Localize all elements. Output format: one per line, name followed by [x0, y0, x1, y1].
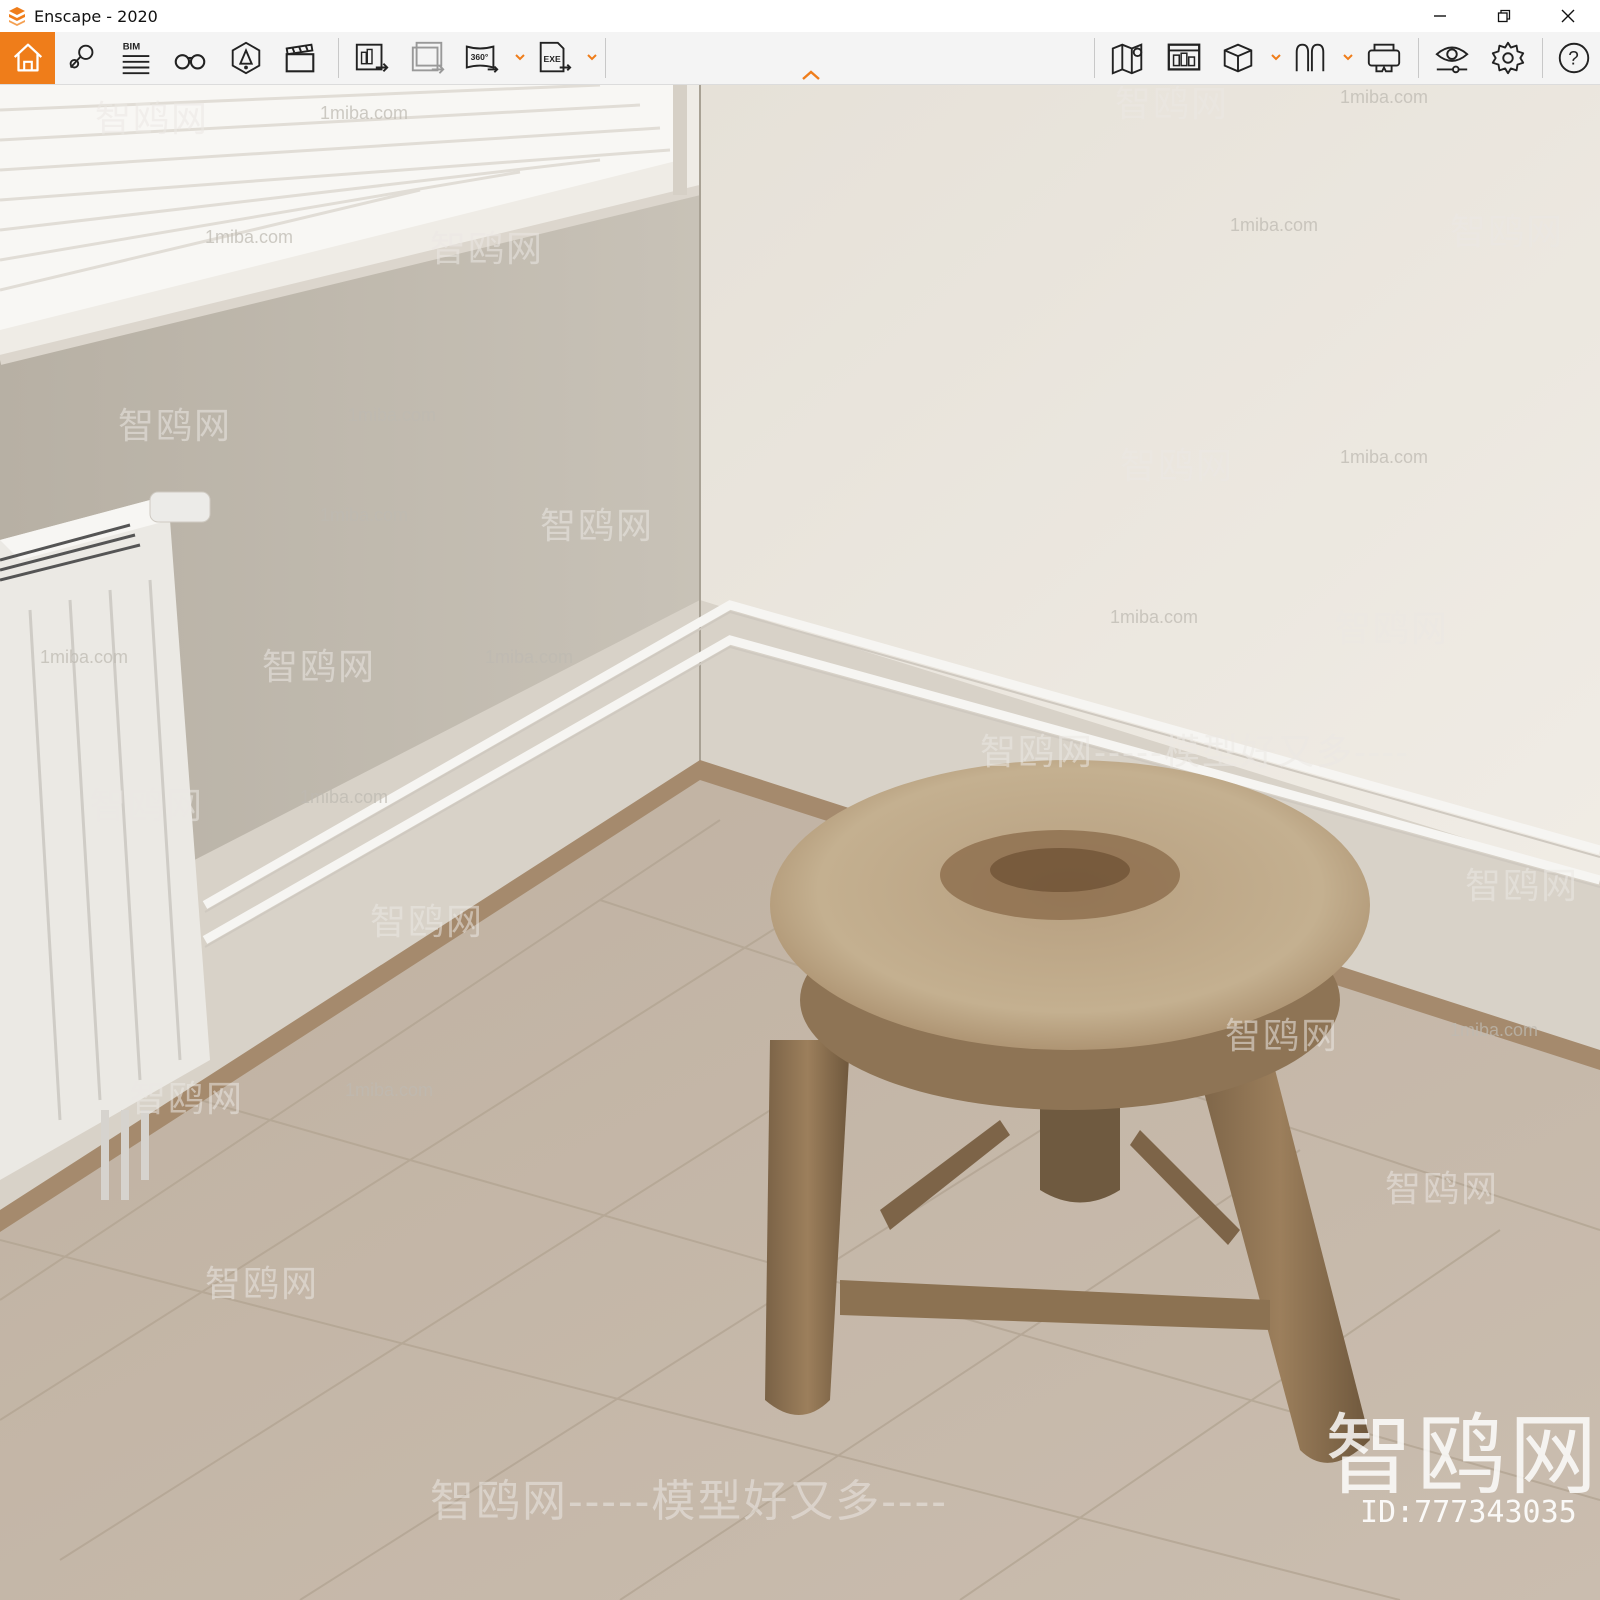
screenshot-export-icon [355, 43, 389, 72]
toolbar-separator [1542, 38, 1543, 78]
asset-library-button[interactable] [58, 34, 106, 82]
watermark-brand: 智鸥网 [95, 98, 210, 139]
atmosphere-button[interactable] [222, 34, 270, 82]
scene-render [0, 85, 1600, 1600]
visual-settings-icon [1435, 46, 1469, 74]
watermark-brand: 智鸥网 [1385, 1168, 1500, 1209]
map-icon [1111, 43, 1143, 75]
cube-icon [1223, 43, 1253, 73]
chevron-down-icon[interactable] [513, 50, 527, 64]
atmosphere-icon [231, 41, 261, 75]
help-icon: ? [1558, 42, 1590, 74]
watermark-domain: 1miba.com [320, 103, 409, 123]
clapperboard-icon [285, 43, 315, 73]
watermark-brand: 智鸥网 [262, 646, 377, 687]
home-button[interactable] [0, 32, 55, 84]
toolbar-separator [1094, 38, 1095, 78]
settings-icon [1491, 41, 1525, 75]
minimize-button[interactable] [1408, 0, 1472, 32]
watermark-brand: 智鸥网 [370, 901, 485, 942]
exe-export-icon: EXE [539, 41, 572, 73]
batch-export-icon [411, 41, 445, 74]
watermark-domain: 1miba.com [345, 1080, 434, 1100]
watermark-domain: 1miba.com [205, 227, 294, 247]
svg-text:360°: 360° [471, 52, 489, 62]
watermark-brand: 智鸥网 [130, 1078, 245, 1119]
restore-button[interactable] [1472, 0, 1536, 32]
watermark-slogan: 智鸥网-----模型好又多---- [980, 731, 1410, 772]
exe-export-button[interactable]: EXE [530, 34, 578, 82]
restore-icon [1497, 9, 1511, 23]
views-button[interactable] [1160, 34, 1208, 82]
watermark-brand: 智鸥网 [205, 1263, 320, 1304]
binoculars-icon [174, 54, 206, 70]
watermark-domain: 1miba.com [348, 405, 437, 425]
watermark-brand: 智鸥网 [1225, 1015, 1340, 1056]
toolbar-separator [1418, 38, 1419, 78]
watermark-brand: 智鸥网 [1335, 608, 1450, 649]
watermark-id: ID:777343035 [1360, 1495, 1577, 1530]
svg-text:BIM: BIM [123, 41, 141, 52]
watermark-brand: 智鸥网 [118, 405, 233, 446]
watermark-domain: 1miba.com [320, 505, 409, 525]
watermark-domain: 1miba.com [40, 647, 129, 667]
help-button[interactable]: ? [1550, 34, 1598, 82]
watermark-domain: 1miba.com [485, 647, 574, 667]
minimize-icon [1434, 15, 1446, 17]
render-viewport[interactable]: 1miba.com 1miba.com 1miba.com 1miba.com … [0, 85, 1600, 1600]
screenshot-export-button[interactable] [348, 34, 396, 82]
watermark-domain: 1miba.com [1340, 87, 1429, 107]
panorama-export-button[interactable]: 360° [458, 34, 506, 82]
chevron-down-icon[interactable] [585, 50, 599, 64]
close-button[interactable] [1536, 0, 1600, 32]
watermark-brand: 智鸥网 [1450, 211, 1565, 252]
map-button[interactable] [1104, 34, 1152, 82]
home-icon [13, 43, 42, 72]
watermark-domain: 1miba.com [1450, 1020, 1539, 1040]
settings-button[interactable] [1484, 34, 1532, 82]
toolbar-separator [338, 38, 339, 78]
watermark-domain: 1miba.com [300, 787, 389, 807]
watermark-brand: 智鸥网 [1465, 865, 1580, 906]
svg-text:EXE: EXE [544, 54, 561, 64]
visual-settings-button[interactable] [1428, 34, 1476, 82]
watermark-brand: 智鸥网 [540, 505, 655, 546]
asset-library-icon [69, 44, 94, 69]
title-bar: Enscape - 2020 [0, 0, 1600, 32]
walk-mode-button[interactable] [166, 34, 214, 82]
watermark-domain: 1miba.com [1110, 607, 1199, 627]
cube-view-button[interactable] [1214, 34, 1262, 82]
batch-export-button[interactable] [404, 34, 452, 82]
watermark-domain: 1miba.com [1230, 215, 1319, 235]
svg-text:?: ? [1568, 49, 1579, 70]
chevron-down-icon[interactable] [1269, 50, 1283, 64]
chevron-down-icon[interactable] [1341, 50, 1355, 64]
vr-headset-button[interactable] [1360, 34, 1408, 82]
watermark-brand: 智鸥网 [1120, 445, 1235, 486]
vr-headset-icon [1367, 43, 1401, 73]
collapse-toolbar-icon[interactable] [800, 68, 822, 82]
watermark-brand: 智鸥网 [430, 228, 545, 269]
orbit-icon [1295, 43, 1325, 72]
views-icon [1167, 43, 1201, 71]
watermark-logo: 智鸥网 [1325, 1404, 1600, 1507]
orbit-button[interactable] [1286, 34, 1334, 82]
panorama-360-icon: 360° [465, 45, 499, 73]
watermark-brand: 智鸥网 [1115, 85, 1230, 124]
watermark-domain: 1miba.com [1340, 447, 1429, 467]
close-icon [1561, 9, 1575, 23]
window-title: Enscape - 2020 [34, 6, 158, 26]
bim-icon: BIM [123, 41, 150, 75]
toolbar-separator [605, 38, 606, 78]
watermark-slogan-bottom: 智鸥网-----模型好又多---- [430, 1477, 948, 1526]
toolbar: BIM 360° EXE ? [0, 32, 1600, 85]
watermark-brand: 智鸥网 [90, 785, 205, 826]
enscape-logo-icon [9, 7, 25, 26]
video-editor-button[interactable] [276, 34, 324, 82]
bim-button[interactable]: BIM [112, 34, 160, 82]
